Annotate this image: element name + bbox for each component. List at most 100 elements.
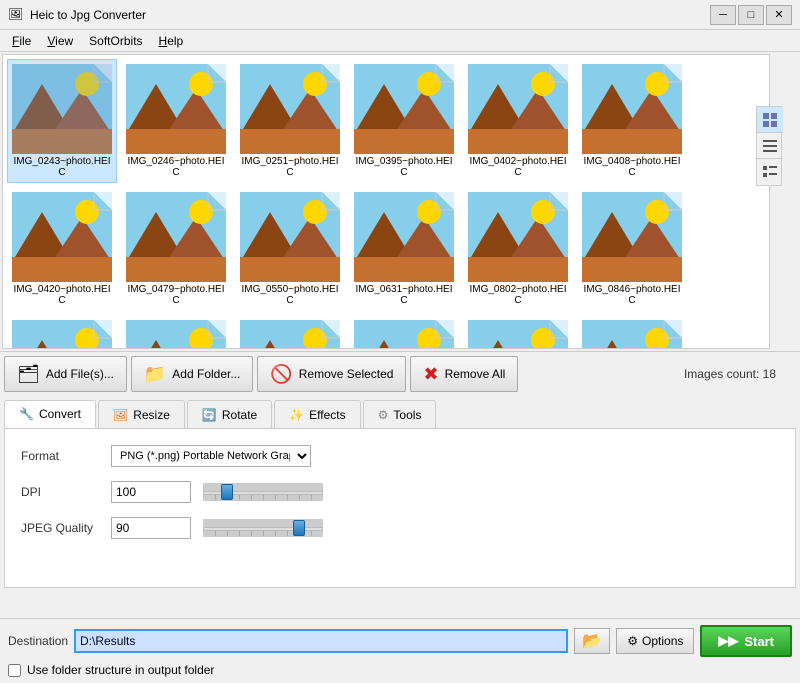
image-filename: IMG_0479~photo.HEIC — [126, 284, 226, 306]
view-thumbnails-button[interactable] — [757, 107, 783, 133]
tab-effects[interactable]: ✨ Effects — [274, 400, 360, 428]
thumbnail-image — [468, 192, 568, 282]
app-title: Heic to Jpg Converter — [30, 8, 710, 22]
thumbnail-image — [12, 192, 112, 282]
thumbnail-image — [12, 64, 112, 154]
start-label: Start — [744, 634, 774, 649]
image-filename: IMG_0802~photo.HEIC — [468, 284, 568, 306]
menu-bar: File View SoftOrbits Help — [0, 30, 800, 52]
list-item[interactable]: IMG_0631~photo.HEIC — [349, 187, 459, 311]
dpi-slider-container — [199, 483, 779, 501]
start-arrow-icon: ▶▶ — [718, 633, 738, 649]
thumbnail-image — [468, 320, 568, 349]
list-item[interactable]: IMG_0920~photo.HEIC — [235, 315, 345, 349]
minimize-button[interactable]: ─ — [710, 5, 736, 25]
add-files-button[interactable]: 🗂 Add File(s)... — [4, 356, 127, 392]
remove-selected-icon: 🚫 — [270, 364, 292, 385]
tab-bar: 🔧 Convert 🖼 Resize 🔄 Rotate ✨ Effects ⚙ … — [4, 396, 796, 428]
jpeg-slider[interactable] — [203, 519, 323, 537]
list-item[interactable]: IMG_0900~photo.HEIC — [7, 315, 117, 349]
maximize-button[interactable]: □ — [738, 5, 764, 25]
list-item[interactable]: IMG_0251~photo.HEIC — [235, 59, 345, 183]
options-label: Options — [642, 634, 683, 648]
jpeg-quality-row: JPEG Quality — [21, 517, 779, 539]
image-grid: IMG_0243~photo.HEIC IMG_0246~photo.HEIC IM… — [3, 55, 769, 349]
thumbnail-image — [468, 64, 568, 154]
dpi-label: DPI — [21, 485, 111, 499]
thumbnail-image — [240, 192, 340, 282]
tab-area: 🔧 Convert 🖼 Resize 🔄 Rotate ✨ Effects ⚙ … — [0, 396, 800, 588]
view-details-button[interactable] — [757, 159, 783, 185]
browse-button[interactable]: 📂 — [574, 628, 610, 654]
thumbnail-image — [582, 192, 682, 282]
effects-icon: ✨ — [289, 408, 304, 422]
tab-resize[interactable]: 🖼 Resize — [98, 400, 185, 428]
convert-icon: 🔧 — [19, 407, 34, 421]
image-filename: IMG_0408~photo.HEIC — [582, 156, 682, 178]
list-item[interactable]: IMG_0246~photo.HEIC — [121, 59, 231, 183]
remove-selected-label: Remove Selected — [299, 367, 394, 381]
list-item[interactable]: IMG_0408~photo.HEIC — [577, 59, 687, 183]
images-count: Images count: 18 — [684, 367, 796, 381]
list-item[interactable]: IMG_0420~photo.HEIC — [7, 187, 117, 311]
add-folder-button[interactable]: 📁 Add Folder... — [131, 356, 253, 392]
list-item[interactable]: IMG_0802~photo.HEIC — [463, 187, 573, 311]
dpi-slider[interactable] — [203, 483, 323, 501]
image-filename: IMG_0243~photo.HEIC — [12, 156, 112, 178]
dpi-input[interactable] — [111, 481, 191, 503]
title-bar: 🖼 Heic to Jpg Converter ─ □ ✕ — [0, 0, 800, 30]
list-item[interactable]: IMG_0910~photo.HEIC — [121, 315, 231, 349]
tab-rotate[interactable]: 🔄 Rotate — [187, 400, 272, 428]
app-icon: 🖼 — [8, 7, 24, 23]
thumbnail-image — [126, 192, 226, 282]
menu-help[interactable]: Help — [151, 32, 192, 50]
image-filename: IMG_0420~photo.HEIC — [12, 284, 112, 306]
add-folder-label: Add Folder... — [172, 367, 240, 381]
remove-all-icon: ✖ — [423, 364, 438, 385]
format-row: Format PNG (*.png) Portable Network Grap… — [21, 445, 779, 467]
folder-structure-row: Use folder structure in output folder — [8, 663, 792, 677]
list-item[interactable]: IMG_0479~photo.HEIC — [121, 187, 231, 311]
tab-convert[interactable]: 🔧 Convert — [4, 400, 96, 428]
add-files-icon: 🗂 — [17, 364, 40, 385]
remove-all-button[interactable]: ✖ Remove All — [410, 356, 518, 392]
view-list-button[interactable] — [757, 133, 783, 159]
start-button[interactable]: ▶▶ Start — [700, 625, 792, 657]
view-toolbar — [756, 106, 782, 186]
thumbnail-image — [354, 320, 454, 349]
list-item[interactable]: IMG_0930~photo.HEIC — [349, 315, 459, 349]
image-filename: IMG_0395~photo.HEIC — [354, 156, 454, 178]
resize-icon: 🖼 — [113, 408, 128, 422]
options-gear-icon: ⚙ — [627, 634, 638, 648]
thumbnail-image — [582, 320, 682, 349]
list-item[interactable]: IMG_0395~photo.HEIC — [349, 59, 459, 183]
browse-icon: 📂 — [582, 631, 602, 651]
action-bar: 🗂 Add File(s)... 📁 Add Folder... 🚫 Remov… — [0, 351, 800, 396]
list-item[interactable]: IMG_0846~photo.HEIC — [577, 187, 687, 311]
image-filename: IMG_0246~photo.HEIC — [126, 156, 226, 178]
remove-selected-button[interactable]: 🚫 Remove Selected — [257, 356, 406, 392]
thumbnail-image — [240, 64, 340, 154]
image-grid-area: IMG_0243~photo.HEIC IMG_0246~photo.HEIC IM… — [2, 54, 770, 349]
thumbnail-image — [354, 64, 454, 154]
options-button[interactable]: ⚙ Options — [616, 628, 694, 654]
list-item[interactable]: IMG_0402~photo.HEIC — [463, 59, 573, 183]
list-item[interactable]: IMG_0243~photo.HEIC — [7, 59, 117, 183]
folder-structure-checkbox[interactable] — [8, 664, 21, 677]
list-item[interactable]: IMG_0940~photo.HEIC — [463, 315, 573, 349]
tools-label: Tools — [393, 408, 421, 422]
rotate-label: Rotate — [222, 408, 257, 422]
menu-softorbits[interactable]: SoftOrbits — [81, 32, 150, 50]
tab-tools[interactable]: ⚙ Tools — [363, 400, 437, 428]
format-select[interactable]: PNG (*.png) Portable Network Graphics JP… — [111, 445, 311, 467]
jpeg-quality-input[interactable] — [111, 517, 191, 539]
convert-label: Convert — [39, 407, 81, 421]
list-item[interactable]: IMG_0550~photo.HEIC — [235, 187, 345, 311]
format-label: Format — [21, 449, 111, 463]
dpi-row: DPI — [21, 481, 779, 503]
close-button[interactable]: ✕ — [766, 5, 792, 25]
menu-view[interactable]: View — [39, 32, 81, 50]
menu-file[interactable]: File — [4, 32, 39, 50]
list-item[interactable]: IMG_0950~photo.HEIC — [577, 315, 687, 349]
destination-input[interactable] — [74, 629, 568, 653]
